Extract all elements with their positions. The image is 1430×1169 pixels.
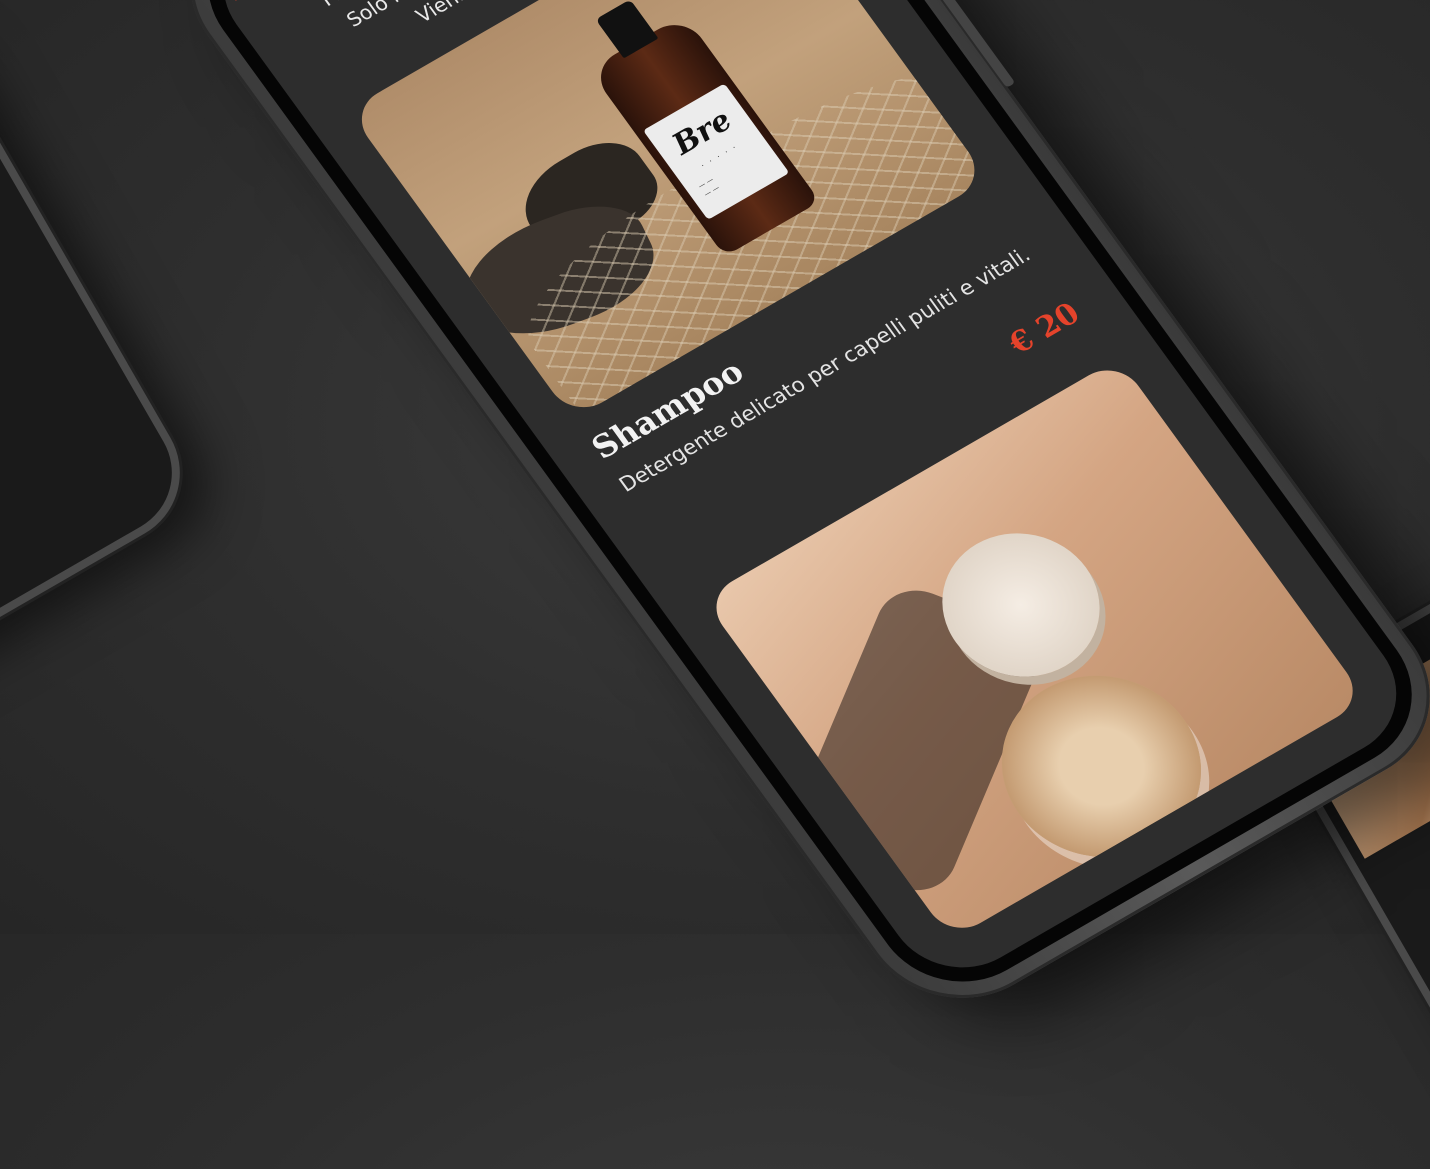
phone-mockup: Prodotti selezionati Prodotti selezionat… — [151, 0, 1430, 1032]
brand-logo: Bre — [665, 103, 739, 162]
background-phone-left — [0, 0, 206, 757]
label-fine-print: — — — — — [696, 175, 722, 199]
product-price: € 20 — [1002, 296, 1087, 362]
